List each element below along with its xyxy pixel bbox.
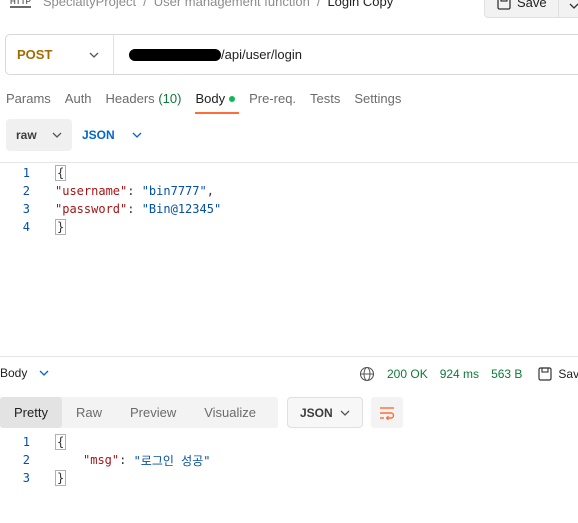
response-format-label: JSON <box>300 405 333 420</box>
tab-visualize[interactable]: Visualize <box>190 397 270 428</box>
request-body-editor[interactable]: 1 { 2 "username": "bin7777", 3 "password… <box>0 0 578 355</box>
open-brace: { <box>55 434 67 450</box>
wrap-lines-icon <box>380 406 395 420</box>
line-number: 3 <box>22 202 30 216</box>
save-icon <box>538 367 553 381</box>
response-meta: 200 OK 924 ms 563 B Sav <box>359 366 578 382</box>
response-time[interactable]: 924 ms <box>440 367 479 381</box>
wrap-lines-button[interactable] <box>371 397 403 428</box>
json-string: "bin7777" <box>141 184 207 198</box>
open-brace: { <box>55 165 67 181</box>
json-key: "msg" <box>83 453 120 467</box>
tab-raw[interactable]: Raw <box>62 397 116 428</box>
chevron-down-icon <box>340 410 350 416</box>
tab-preview[interactable]: Preview <box>116 397 190 428</box>
line-number: 2 <box>22 453 30 467</box>
response-view-tabs: Pretty Raw Preview Visualize <box>0 397 278 428</box>
response-size[interactable]: 563 B <box>491 367 522 381</box>
close-brace: } <box>55 470 67 486</box>
status-code[interactable]: 200 OK <box>387 367 428 381</box>
response-body-select[interactable]: Body <box>0 366 49 380</box>
json-string: "로그인 성공" <box>133 453 211 468</box>
line-number: 2 <box>22 184 30 198</box>
line-number: 4 <box>22 220 30 234</box>
json-key: "username" <box>55 184 128 198</box>
save-response-button[interactable]: Sav <box>538 367 578 381</box>
response-section-label: Body <box>0 366 28 380</box>
save-response-label: Sav <box>558 367 578 381</box>
json-string: "Bin@12345" <box>141 202 222 216</box>
response-body-viewer[interactable]: 1 { 2 "msg": "로그인 성공" 3 } <box>0 430 578 523</box>
globe-icon[interactable] <box>359 366 375 382</box>
line-number: 1 <box>22 166 30 180</box>
response-format-select[interactable]: JSON <box>287 397 363 428</box>
pane-divider[interactable] <box>0 356 578 357</box>
tab-pretty[interactable]: Pretty <box>0 397 62 428</box>
line-number: 3 <box>22 471 30 485</box>
line-number: 1 <box>22 435 30 449</box>
close-brace: } <box>55 219 67 235</box>
json-key: "password" <box>55 202 128 216</box>
chevron-down-icon <box>39 370 49 376</box>
